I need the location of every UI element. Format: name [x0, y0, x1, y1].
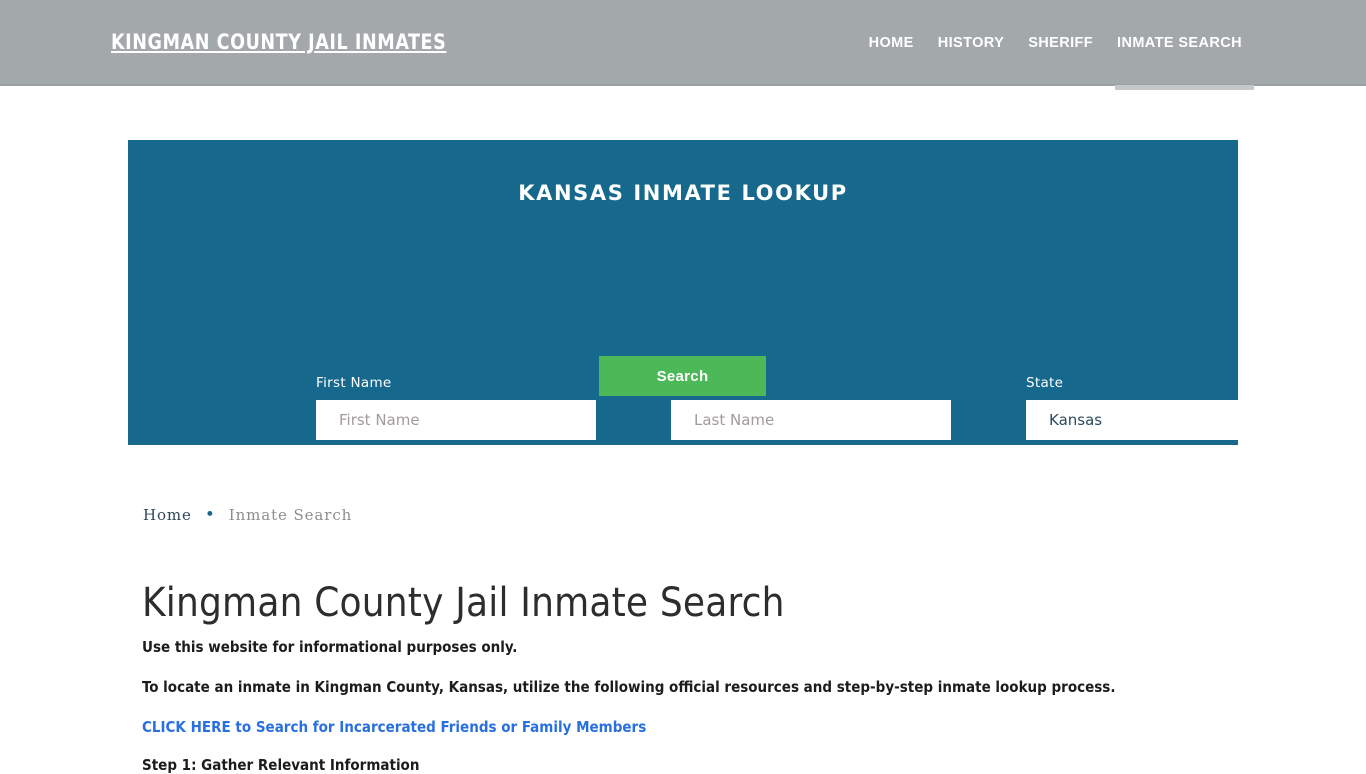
- intro-paragraph-1: Use this website for informational purpo…: [142, 638, 518, 656]
- first-name-input[interactable]: [316, 400, 596, 440]
- nav-item-home[interactable]: HOME: [857, 0, 926, 86]
- last-name-input[interactable]: [671, 400, 951, 440]
- state-input[interactable]: [1026, 400, 1306, 440]
- nav-item-sheriff[interactable]: SHERIFF: [1016, 0, 1105, 86]
- breadcrumb-home-link[interactable]: Home: [143, 506, 192, 524]
- search-button[interactable]: Search: [599, 356, 766, 396]
- site-brand-title[interactable]: KINGMAN COUNTY JAIL INMATES: [111, 30, 446, 54]
- breadcrumb-current-page: Inmate Search: [228, 506, 353, 524]
- nav-item-inmate-search[interactable]: INMATE SEARCH: [1105, 0, 1254, 90]
- field-group-first-name: First Name: [316, 375, 596, 440]
- lookup-fields-row: First Name Last Name State Search: [128, 140, 1306, 445]
- breadcrumb-separator-dot-icon: •: [204, 504, 216, 525]
- inmate-lookup-panel: KANSAS INMATE LOOKUP First Name Last Nam…: [128, 140, 1306, 445]
- first-name-label: First Name: [316, 375, 392, 391]
- incarcerated-search-link[interactable]: CLICK HERE to Search for Incarcerated Fr…: [142, 718, 646, 736]
- field-group-state: State: [1026, 375, 1306, 440]
- main-navigation: HOME HISTORY SHERIFF INMATE SEARCH: [857, 0, 1254, 90]
- page-title: Kingman County Jail Inmate Search: [142, 580, 785, 626]
- site-header: KINGMAN COUNTY JAIL INMATES HOME HISTORY…: [0, 0, 1366, 90]
- nav-item-history[interactable]: HISTORY: [926, 0, 1016, 86]
- breadcrumb: Home • Inmate Search: [143, 506, 352, 524]
- intro-paragraph-2: To locate an inmate in Kingman County, K…: [142, 678, 1116, 696]
- state-label: State: [1026, 375, 1064, 391]
- step-1-heading: Step 1: Gather Relevant Information: [142, 756, 420, 774]
